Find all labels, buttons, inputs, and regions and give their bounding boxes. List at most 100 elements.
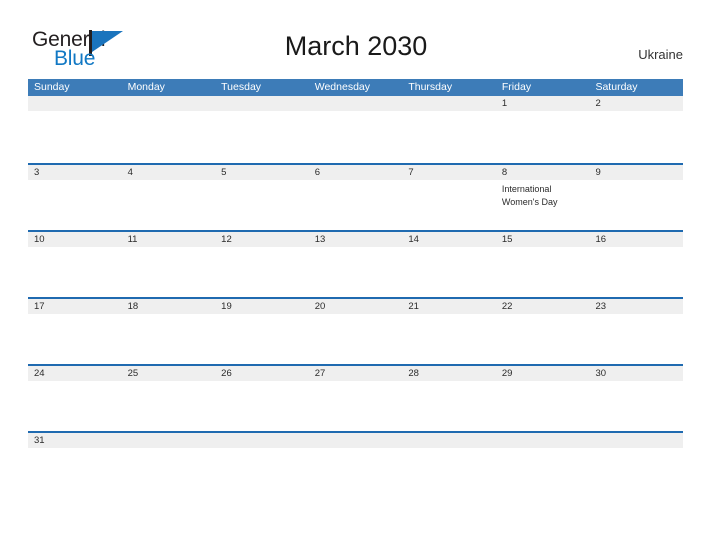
- day-event[interactable]: [309, 448, 403, 498]
- day-event[interactable]: [122, 111, 216, 161]
- day-event[interactable]: [589, 111, 683, 161]
- page-header: General Blue March 2030 Ukraine: [0, 0, 712, 79]
- day-event[interactable]: [122, 448, 216, 498]
- day-number[interactable]: 21: [402, 299, 496, 314]
- day-number[interactable]: 22: [496, 299, 590, 314]
- day-number[interactable]: [215, 96, 309, 111]
- day-event[interactable]: [122, 381, 216, 431]
- day-event[interactable]: [402, 247, 496, 297]
- day-number[interactable]: 31: [28, 433, 122, 448]
- day-event[interactable]: [28, 448, 122, 498]
- day-number[interactable]: 11: [122, 232, 216, 247]
- day-number[interactable]: [309, 433, 403, 448]
- day-event[interactable]: [28, 180, 122, 230]
- day-number[interactable]: 25: [122, 366, 216, 381]
- page-title: March 2030: [284, 31, 428, 61]
- day-number[interactable]: [215, 433, 309, 448]
- day-event[interactable]: [122, 180, 216, 230]
- day-number[interactable]: 1: [496, 96, 590, 111]
- weekday-header-thursday: Thursday: [408, 81, 453, 93]
- day-number[interactable]: 24: [28, 366, 122, 381]
- day-event[interactable]: [589, 247, 683, 297]
- day-event[interactable]: [589, 314, 683, 364]
- day-event[interactable]: [309, 247, 403, 297]
- day-number[interactable]: 30: [589, 366, 683, 381]
- day-event[interactable]: [28, 111, 122, 161]
- day-number[interactable]: 4: [122, 165, 216, 180]
- day-event[interactable]: [28, 381, 122, 431]
- day-event[interactable]: [215, 448, 309, 498]
- day-event[interactable]: [496, 448, 590, 498]
- day-number[interactable]: 10: [28, 232, 122, 247]
- day-event[interactable]: [309, 381, 403, 431]
- day-number[interactable]: 13: [309, 232, 403, 247]
- day-event[interactable]: [496, 111, 590, 161]
- day-number[interactable]: 19: [215, 299, 309, 314]
- day-event[interactable]: [402, 314, 496, 364]
- day-number[interactable]: [402, 433, 496, 448]
- week-row: 17 18 19 20 21 22 23: [28, 297, 683, 364]
- weekday-header-tuesday: Tuesday: [221, 81, 262, 93]
- week-date-strip: 31: [28, 433, 683, 448]
- day-number[interactable]: [402, 96, 496, 111]
- day-number[interactable]: 29: [496, 366, 590, 381]
- day-number[interactable]: 9: [589, 165, 683, 180]
- week-date-strip: 17 18 19 20 21 22 23: [28, 299, 683, 314]
- day-number[interactable]: 20: [309, 299, 403, 314]
- week-date-strip: 10 11 12 13 14 15 16: [28, 232, 683, 247]
- day-event[interactable]: [215, 111, 309, 161]
- day-number[interactable]: 14: [402, 232, 496, 247]
- day-event[interactable]: [215, 314, 309, 364]
- day-event[interactable]: [122, 314, 216, 364]
- day-number[interactable]: 26: [215, 366, 309, 381]
- day-event[interactable]: [589, 448, 683, 498]
- day-event[interactable]: [496, 247, 590, 297]
- day-number[interactable]: 23: [589, 299, 683, 314]
- day-event[interactable]: [28, 314, 122, 364]
- week-event-strip: [28, 247, 683, 297]
- day-event[interactable]: [496, 381, 590, 431]
- day-event[interactable]: [28, 247, 122, 297]
- day-event[interactable]: [215, 247, 309, 297]
- day-number[interactable]: [309, 96, 403, 111]
- week-event-strip: [28, 381, 683, 431]
- day-number[interactable]: 7: [402, 165, 496, 180]
- day-event[interactable]: [402, 381, 496, 431]
- day-number[interactable]: 16: [589, 232, 683, 247]
- day-number[interactable]: 5: [215, 165, 309, 180]
- day-event[interactable]: [309, 111, 403, 161]
- day-number[interactable]: [122, 96, 216, 111]
- day-number[interactable]: 18: [122, 299, 216, 314]
- day-event[interactable]: [402, 448, 496, 498]
- weekday-header-wednesday: Wednesday: [314, 81, 370, 93]
- day-event[interactable]: [402, 180, 496, 230]
- day-number[interactable]: 3: [28, 165, 122, 180]
- week-date-strip: 3 4 5 6 7 8 9: [28, 165, 683, 180]
- day-number[interactable]: 27: [309, 366, 403, 381]
- day-number[interactable]: 6: [309, 165, 403, 180]
- day-event[interactable]: [589, 180, 683, 230]
- day-event[interactable]: [402, 111, 496, 161]
- day-number[interactable]: 2: [589, 96, 683, 111]
- day-event[interactable]: [215, 381, 309, 431]
- calendar-page: General Blue March 2030 Ukraine Sunday M…: [0, 0, 712, 550]
- day-number[interactable]: [28, 96, 122, 111]
- day-number[interactable]: 12: [215, 232, 309, 247]
- day-number[interactable]: 28: [402, 366, 496, 381]
- day-number[interactable]: 8: [496, 165, 590, 180]
- day-number[interactable]: [496, 433, 590, 448]
- day-event-holiday[interactable]: International Women's Day: [496, 180, 590, 230]
- day-event[interactable]: [589, 381, 683, 431]
- week-row: 3 4 5 6 7 8 9 International Women's Day: [28, 163, 683, 230]
- day-number[interactable]: [589, 433, 683, 448]
- week-row: 31: [28, 431, 683, 498]
- day-event[interactable]: [309, 180, 403, 230]
- weekday-header-row: Sunday Monday Tuesday Wednesday Thursday…: [28, 79, 683, 96]
- day-number[interactable]: [122, 433, 216, 448]
- day-event[interactable]: [215, 180, 309, 230]
- day-number[interactable]: 17: [28, 299, 122, 314]
- day-event[interactable]: [122, 247, 216, 297]
- day-number[interactable]: 15: [496, 232, 590, 247]
- day-event[interactable]: [496, 314, 590, 364]
- day-event[interactable]: [309, 314, 403, 364]
